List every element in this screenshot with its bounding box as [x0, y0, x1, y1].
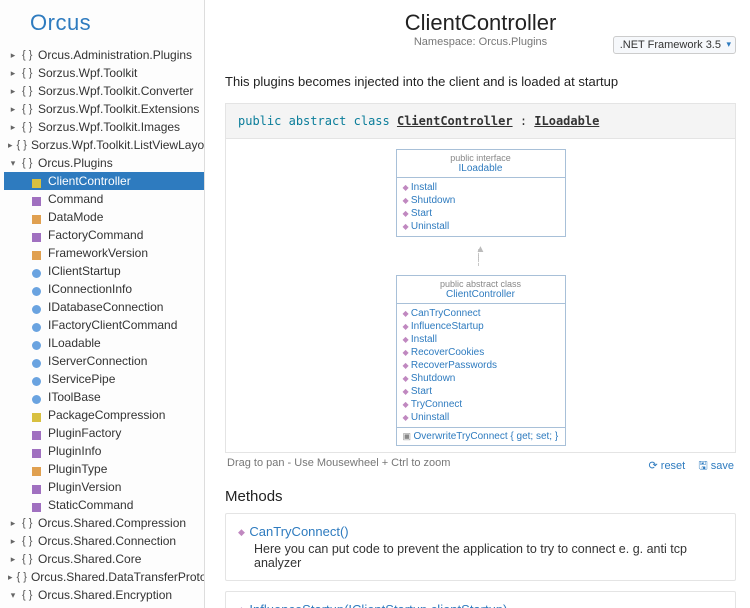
method-card: InfluenceStartup(IClientStartup clientSt… — [225, 591, 736, 608]
inheritance-arrow: ▲┆┆ — [476, 247, 486, 265]
diagram-hint: Drag to pan - Use Mousewheel + Ctrl to z… — [227, 457, 450, 476]
member-item[interactable]: AES — [4, 604, 204, 608]
member-item[interactable]: FrameworkVersion — [4, 244, 204, 262]
class-summary: This plugins becomes injected into the c… — [225, 74, 736, 89]
member-item[interactable]: IConnectionInfo — [4, 280, 204, 298]
member-item[interactable]: IClientStartup — [4, 262, 204, 280]
member-item[interactable]: Command — [4, 190, 204, 208]
method-description: Here you can put code to prevent the app… — [238, 542, 723, 570]
signature-codeblock: public abstract class ClientController :… — [225, 103, 736, 139]
brand-title: Orcus — [0, 0, 204, 42]
member-item[interactable]: ILoadable — [4, 334, 204, 352]
member-item[interactable]: FactoryCommand — [4, 226, 204, 244]
framework-select-value: .NET Framework 3.5 — [620, 39, 721, 51]
namespace-item[interactable]: ▸{ }Orcus.Shared.DataTransferProtoc — [4, 568, 204, 586]
diagram-reset-link[interactable]: ⟳ reset — [649, 460, 686, 472]
diagram-interface-box[interactable]: public interface ILoadable InstallShutdo… — [396, 149, 566, 237]
member-item[interactable]: IServerConnection — [4, 352, 204, 370]
member-item[interactable]: PluginFactory — [4, 424, 204, 442]
methods-heading: Methods — [225, 488, 736, 505]
member-item[interactable]: IDatabaseConnection — [4, 298, 204, 316]
diagram-controls: Drag to pan - Use Mousewheel + Ctrl to z… — [225, 453, 736, 478]
main-content: ClientController Namespace: Orcus.Plugin… — [205, 0, 750, 608]
namespace-item[interactable]: ▸{ }Sorzus.Wpf.Toolkit — [4, 64, 204, 82]
member-item[interactable]: StaticCommand — [4, 496, 204, 514]
namespace-item[interactable]: ▸{ }Orcus.Administration.Plugins — [4, 46, 204, 64]
namespace-item[interactable]: ▾{ }Orcus.Plugins — [4, 154, 204, 172]
method-card: CanTryConnect() Here you can put code to … — [225, 513, 736, 581]
member-item[interactable]: IServicePipe — [4, 370, 204, 388]
namespace-item[interactable]: ▸{ }Orcus.Shared.Core — [4, 550, 204, 568]
diagram-class-box[interactable]: public abstract class ClientController C… — [396, 275, 566, 446]
inheritance-diagram[interactable]: public interface ILoadable InstallShutdo… — [225, 138, 736, 453]
member-item[interactable]: DataMode — [4, 208, 204, 226]
member-item[interactable]: PluginInfo — [4, 442, 204, 460]
method-signature[interactable]: CanTryConnect() — [238, 524, 723, 539]
page-title: ClientController — [225, 10, 736, 36]
namespace-item[interactable]: ▸{ }Orcus.Shared.Compression — [4, 514, 204, 532]
sidebar: Orcus ▸{ }Orcus.Administration.Plugins▸{… — [0, 0, 205, 608]
diagram-save-link[interactable]: 🖫 save — [698, 460, 734, 472]
member-item[interactable]: PackageCompression — [4, 406, 204, 424]
namespace-item[interactable]: ▸{ }Sorzus.Wpf.Toolkit.Converter — [4, 82, 204, 100]
namespace-item[interactable]: ▸{ }Sorzus.Wpf.Toolkit.Extensions — [4, 100, 204, 118]
namespace-item[interactable]: ▸{ }Sorzus.Wpf.Toolkit.Images — [4, 118, 204, 136]
framework-select[interactable]: .NET Framework 3.5 — [613, 36, 736, 54]
namespace-tree: ▸{ }Orcus.Administration.Plugins▸{ }Sorz… — [0, 42, 204, 608]
method-signature[interactable]: InfluenceStartup(IClientStartup clientSt… — [238, 602, 723, 608]
member-item[interactable]: IToolBase — [4, 388, 204, 406]
namespace-item[interactable]: ▸{ }Sorzus.Wpf.Toolkit.ListViewLayou — [4, 136, 204, 154]
member-item[interactable]: PluginVersion — [4, 478, 204, 496]
member-item[interactable]: PluginType — [4, 460, 204, 478]
namespace-item[interactable]: ▸{ }Orcus.Shared.Connection — [4, 532, 204, 550]
member-item[interactable]: IFactoryClientCommand — [4, 316, 204, 334]
namespace-item[interactable]: ▾{ }Orcus.Shared.Encryption — [4, 586, 204, 604]
member-item[interactable]: ClientController — [4, 172, 204, 190]
